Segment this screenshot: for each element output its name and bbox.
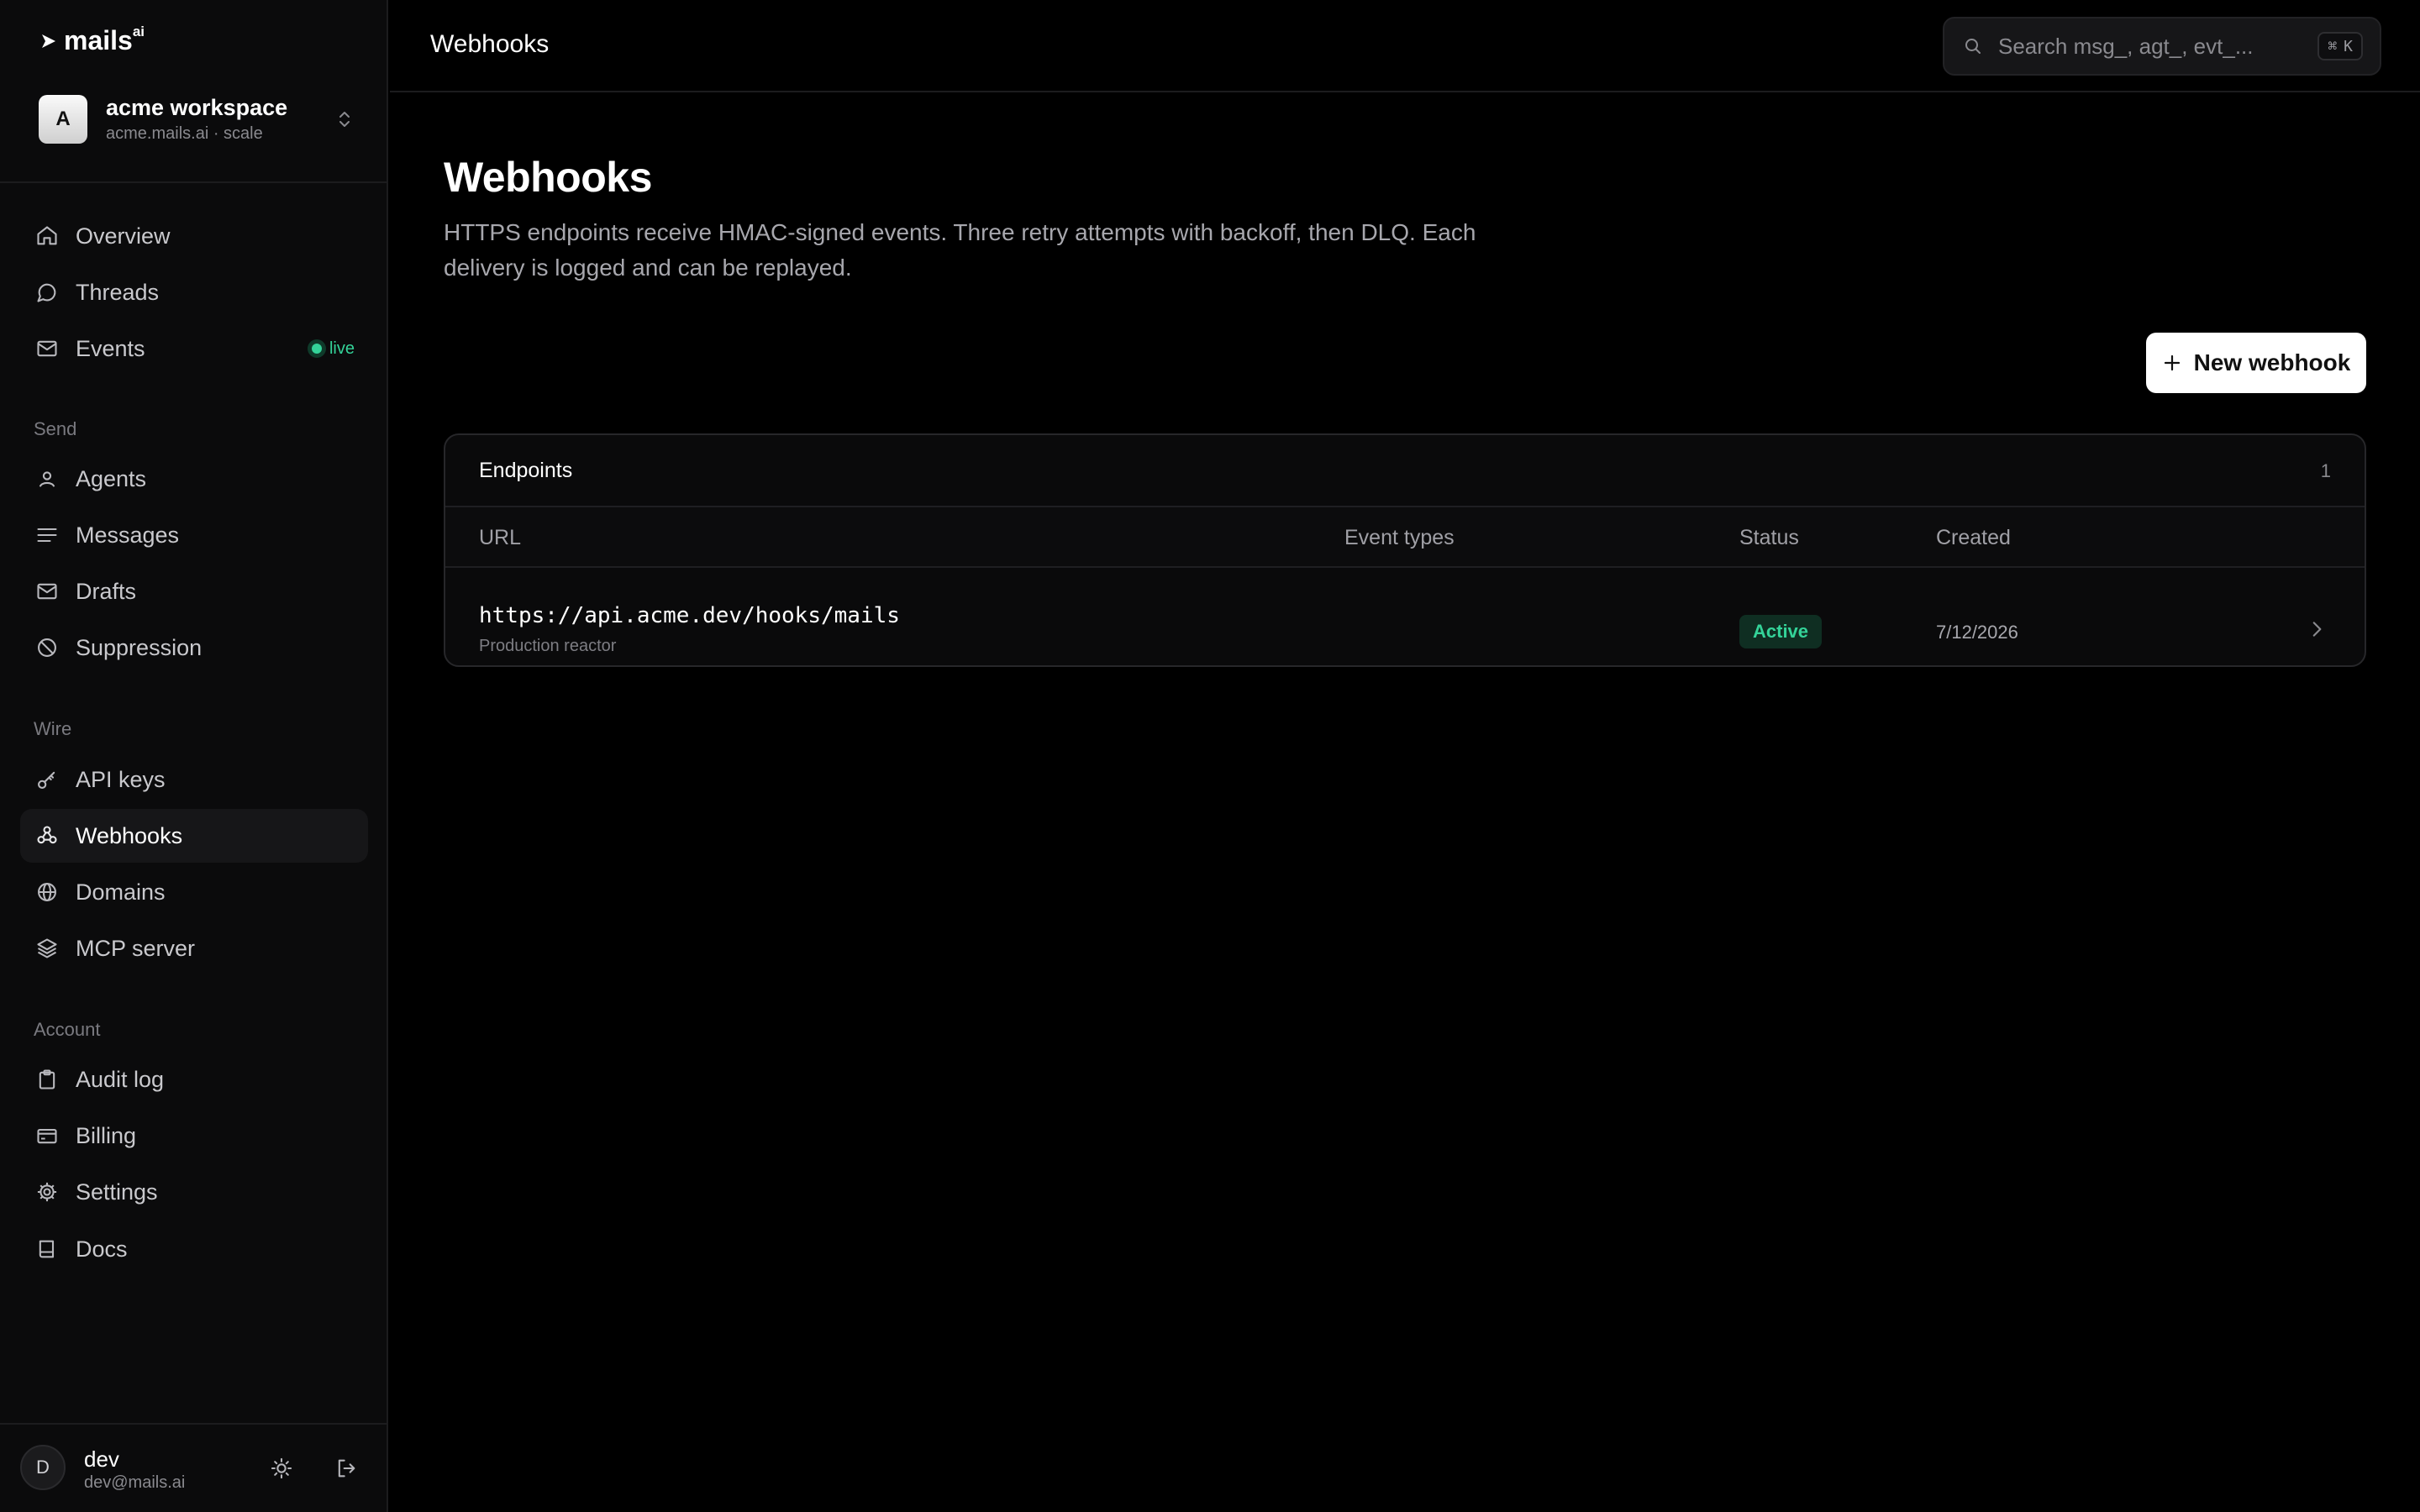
- nav-item-domains[interactable]: Domains: [20, 865, 368, 919]
- nav-label: API keys: [76, 766, 166, 792]
- logout-icon: [338, 1459, 355, 1478]
- chevron-updown-icon: [339, 112, 350, 127]
- endpoint-url: https://api.acme.dev/hooks/mails: [479, 603, 900, 628]
- nav-label: Threads: [76, 279, 160, 305]
- search-input[interactable]: Search msg_, agt_, evt_... ⌘ K: [1943, 17, 2381, 76]
- nav-label: Events: [76, 335, 145, 361]
- ban-icon: [38, 638, 56, 657]
- search-placeholder: Search msg_, agt_, evt_...: [1998, 33, 2254, 59]
- nav-item-audit-log[interactable]: Audit log: [20, 1053, 368, 1106]
- page-description: HTTPS endpoints receive HMAC-signed even…: [444, 219, 1476, 281]
- inbox-icon: [37, 340, 57, 357]
- sun-icon: [271, 1457, 292, 1479]
- nav-item-api-keys[interactable]: API keys: [20, 753, 368, 806]
- logo[interactable]: mailsai: [39, 24, 145, 56]
- gear-icon: [37, 1182, 57, 1202]
- plus-icon: [2164, 354, 2180, 371]
- user-icon: [39, 471, 55, 487]
- chevron-right-icon: [2312, 622, 2322, 637]
- logo-chevron-icon: [42, 34, 55, 48]
- table-row[interactable]: https://api.acme.dev/hooks/mails Product…: [445, 568, 2365, 665]
- section-label-account: Account: [34, 1019, 101, 1040]
- nav-item-drafts[interactable]: Drafts: [20, 564, 368, 618]
- endpoints-title: Endpoints: [479, 459, 573, 482]
- column-header-event-types: Event types: [1344, 526, 1455, 549]
- nav-label: Messages: [76, 522, 180, 548]
- sidebar: mailsai A acme workspace acme.mails.ai ·…: [0, 0, 388, 1512]
- nav-item-mcp-server[interactable]: MCP server: [20, 921, 368, 975]
- user-bar: D dev dev@mails.ai: [0, 1423, 388, 1512]
- nav-label: MCP server: [76, 935, 196, 961]
- nav-item-events[interactable]: Events live: [20, 322, 368, 375]
- column-header-status: Status: [1739, 526, 1799, 549]
- nav-item-overview[interactable]: Overview: [20, 209, 368, 263]
- created-date: 7/12/2026: [1936, 622, 2018, 643]
- user-name: dev: [84, 1446, 119, 1472]
- status-badge: Active: [1739, 615, 1823, 648]
- clipboard-icon: [39, 1069, 55, 1089]
- nav-label: Docs: [76, 1236, 128, 1262]
- table-header: URL Event types Status Created: [445, 507, 2365, 568]
- endpoints-header: Endpoints 1: [445, 435, 2365, 507]
- topbar-title: Webhooks: [430, 30, 550, 58]
- chat-bubble-icon: [37, 283, 56, 302]
- sidebar-divider: [0, 181, 388, 183]
- nav-item-agents[interactable]: Agents: [20, 452, 368, 506]
- credit-card-icon: [37, 1128, 57, 1144]
- nav-label: Domains: [76, 879, 166, 905]
- endpoints-count: 1: [2320, 460, 2331, 481]
- endpoint-description: Production reactor: [479, 637, 617, 655]
- book-icon: [39, 1240, 55, 1258]
- user-avatar[interactable]: D: [20, 1445, 66, 1490]
- nav-item-docs[interactable]: Docs: [20, 1222, 368, 1276]
- nav-label: Webhooks: [76, 822, 183, 848]
- endpoints-card: Endpoints 1 URL Event types Status Creat…: [444, 433, 2366, 667]
- sign-out-button[interactable]: [329, 1452, 363, 1485]
- nav-label: Audit log: [76, 1066, 165, 1092]
- brand-name: mailsai: [64, 24, 145, 55]
- layers-icon: [37, 938, 57, 958]
- mail-draft-icon: [37, 583, 57, 600]
- nav-item-webhooks[interactable]: Webhooks: [20, 809, 368, 863]
- theme-toggle-button[interactable]: [265, 1452, 298, 1485]
- workspace-name: acme workspace: [106, 95, 288, 120]
- topbar: Webhooks Search msg_, agt_, evt_... ⌘ K: [390, 0, 2420, 92]
- shortcut-hint: ⌘ K: [2317, 32, 2363, 60]
- column-header-url: URL: [479, 526, 522, 549]
- section-label-send: Send: [34, 418, 77, 439]
- workspace-avatar: A: [39, 95, 87, 144]
- lines-icon: [37, 528, 57, 543]
- live-badge: live: [307, 339, 355, 359]
- workspace-switcher[interactable]: A acme workspace acme.mails.ai · scale: [39, 92, 353, 146]
- new-webhook-label: New webhook: [2193, 349, 2351, 375]
- nav-label: Suppression: [76, 634, 203, 660]
- home-icon: [37, 226, 57, 245]
- nav-item-suppression[interactable]: Suppression: [20, 621, 368, 675]
- user-email: dev@mails.ai: [84, 1473, 186, 1492]
- search-icon: [1965, 39, 1981, 54]
- nav-label: Settings: [76, 1179, 158, 1205]
- globe-icon: [38, 883, 56, 901]
- nav-label: Drafts: [76, 578, 137, 604]
- nav-label: Overview: [76, 223, 171, 249]
- nav-item-messages[interactable]: Messages: [20, 508, 368, 562]
- column-header-created: Created: [1936, 526, 2011, 549]
- key-icon: [38, 771, 55, 789]
- workspace-plan: acme.mails.ai · scale: [106, 124, 263, 143]
- section-label-wire: Wire: [34, 718, 72, 739]
- nav-label: Agents: [76, 465, 147, 491]
- page-title: Webhooks: [444, 154, 652, 201]
- nav-item-settings[interactable]: Settings: [20, 1165, 368, 1219]
- nav-label: Billing: [76, 1122, 137, 1148]
- new-webhook-button[interactable]: New webhook: [2146, 333, 2366, 393]
- webhook-icon: [37, 826, 57, 844]
- nav-item-threads[interactable]: Threads: [20, 265, 368, 319]
- live-dot-icon: [307, 339, 326, 358]
- nav-item-billing[interactable]: Billing: [20, 1109, 368, 1163]
